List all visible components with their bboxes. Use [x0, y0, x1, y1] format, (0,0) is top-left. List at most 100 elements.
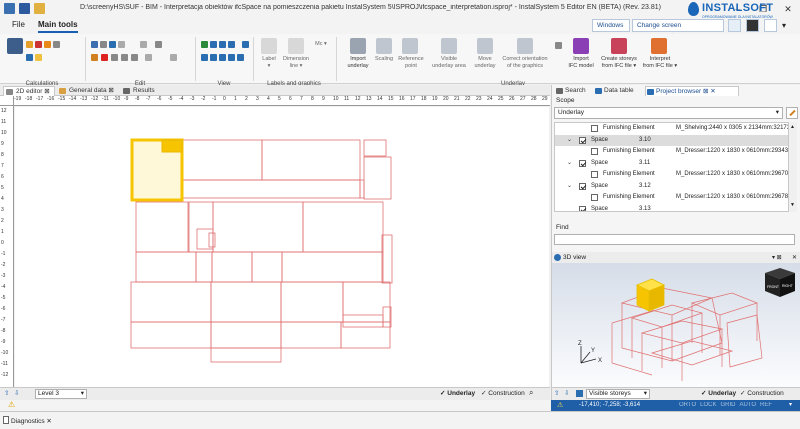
- scaling-button[interactable]: Scaling: [372, 56, 396, 63]
- status-dropdown[interactable]: ▾: [789, 400, 792, 411]
- mirror-icon[interactable]: [131, 54, 138, 61]
- scope-select[interactable]: Underlay ▾: [554, 107, 783, 119]
- label-icon[interactable]: [261, 38, 277, 54]
- tree-row[interactable]: Furnishing Element M_Dresser:1220 x 1830 …: [555, 192, 788, 204]
- tab-general-data[interactable]: General data ⊠: [57, 86, 120, 96]
- tree-checkbox[interactable]: [591, 194, 598, 201]
- zoom-out-icon[interactable]: [210, 41, 217, 48]
- tree-checkbox[interactable]: [591, 125, 598, 132]
- tab-search[interactable]: Search: [555, 86, 593, 96]
- snap-flag-grid[interactable]: GRID: [720, 402, 735, 408]
- zoom-in-icon[interactable]: [201, 41, 208, 48]
- import-ifc-model-button[interactable]: Import IFC model: [565, 56, 597, 69]
- calc-stop-icon[interactable]: [35, 41, 42, 48]
- visible-underlay-area-button[interactable]: Visible underlay area: [428, 56, 470, 69]
- cut-icon[interactable]: [109, 41, 116, 48]
- expand-icon[interactable]: ⌄: [567, 181, 572, 193]
- align-icon[interactable]: [145, 54, 152, 61]
- level-select[interactable]: Level 3 ▾: [35, 389, 87, 399]
- tab-results[interactable]: Results: [121, 86, 161, 96]
- tree-checkbox[interactable]: [579, 182, 586, 190]
- tab-main-tools[interactable]: Main tools: [38, 20, 78, 33]
- screen-arrangement-button[interactable]: Change screen arrangement ▾: [632, 19, 724, 40]
- tree-scrollbar[interactable]: ▲ ▼: [789, 122, 797, 212]
- mc-button[interactable]: Mc ▾: [310, 41, 332, 48]
- highlighted-space-3d[interactable]: [636, 278, 665, 312]
- drop-icon[interactable]: [53, 41, 60, 48]
- import-underlay-icon[interactable]: [350, 38, 366, 54]
- zoom-prev-icon[interactable]: [201, 54, 208, 61]
- navigation-cube[interactable]: FRONT RIGHT: [765, 268, 795, 297]
- tree-row[interactable]: ⌄ Space 3.12: [555, 181, 788, 193]
- snap-flag-lock[interactable]: LOCK: [700, 402, 716, 408]
- correct-orientation-button[interactable]: Correct orientation of the graphics: [500, 56, 550, 69]
- view3d-construction-toggle[interactable]: ✓ Construction: [740, 389, 784, 399]
- rotate-icon[interactable]: [121, 54, 128, 61]
- tree-row[interactable]: Furnishing Element M_Dresser:1220 x 1830 …: [555, 146, 788, 158]
- redo-icon[interactable]: [140, 41, 147, 48]
- correct-orientation-icon[interactable]: [517, 38, 533, 54]
- scaling-icon[interactable]: [376, 38, 392, 54]
- dimension-line-icon[interactable]: [288, 38, 304, 54]
- tree-checkbox[interactable]: [591, 148, 598, 155]
- create-storeys-icon[interactable]: [611, 38, 627, 54]
- copy-icon[interactable]: [100, 41, 107, 48]
- visible-underlay-area-icon[interactable]: [441, 38, 457, 54]
- zoom-fit-icon[interactable]: [219, 54, 226, 61]
- ribbon-collapse-icon[interactable]: ▾: [782, 21, 786, 30]
- select-icon[interactable]: [155, 41, 162, 48]
- view3d-close-button[interactable]: ✕: [792, 254, 797, 261]
- windows-button[interactable]: Windows ▾: [592, 19, 630, 40]
- folder-icon[interactable]: [35, 54, 42, 61]
- tab-file[interactable]: File: [12, 20, 25, 29]
- report-icon[interactable]: [26, 54, 33, 61]
- tab-data-table[interactable]: Data table: [594, 86, 643, 96]
- tree-row[interactable]: ⌄ Space 3.11: [555, 158, 788, 170]
- tree-row[interactable]: ⌄ Space 3.10: [555, 134, 788, 146]
- tree-row[interactable]: Furnishing Element M_Dresser:1220 x 1830 …: [555, 169, 788, 181]
- import-ifc-model-icon[interactable]: [573, 38, 589, 54]
- status-warning-icon[interactable]: ⚠: [557, 400, 563, 411]
- undo-icon[interactable]: [118, 41, 125, 48]
- move-icon[interactable]: [111, 54, 118, 61]
- zoom-window-icon[interactable]: [219, 41, 226, 48]
- tab-2d-editor[interactable]: 2D editor ⊠: [3, 86, 55, 96]
- level-down-button[interactable]: ⇩: [14, 389, 19, 399]
- dimension-line-button[interactable]: Dimension line ▾: [282, 56, 310, 69]
- tree-checkbox[interactable]: [579, 159, 586, 167]
- construction-toggle[interactable]: ✓ Construction: [481, 389, 525, 399]
- reference-point-icon[interactable]: [402, 38, 418, 54]
- zoom-all-icon[interactable]: [228, 41, 235, 48]
- scope-edit-button[interactable]: [786, 107, 798, 119]
- scissors-icon[interactable]: [91, 54, 98, 61]
- pan-icon[interactable]: [242, 41, 249, 48]
- view3d-up-button[interactable]: ⇧: [554, 389, 559, 399]
- snap-flag-auto[interactable]: AUTO: [739, 402, 756, 408]
- diagnostics-tab[interactable]: Diagnostics ✕: [11, 417, 52, 425]
- distribute-icon[interactable]: [170, 54, 177, 61]
- calculation-icon[interactable]: [7, 38, 23, 54]
- import-underlay-button[interactable]: Import underlay: [340, 56, 376, 69]
- interpret-ifc-button[interactable]: Interpret from IFC file ▾: [640, 56, 680, 69]
- refresh-view-icon[interactable]: [237, 54, 244, 61]
- interpret-ifc-icon[interactable]: [651, 38, 667, 54]
- dark-mode-icon[interactable]: [746, 19, 759, 32]
- tab-project-browser[interactable]: Project browser ⊠ ✕: [645, 86, 739, 96]
- scroll-up-icon[interactable]: ▲: [790, 124, 795, 130]
- view3d-down-button[interactable]: ⇩: [564, 389, 569, 399]
- level-up-button[interactable]: ⇧: [4, 389, 9, 399]
- move-underlay-icon[interactable]: [477, 38, 493, 54]
- tree-checkbox[interactable]: [591, 171, 598, 178]
- tree-row[interactable]: Space 3.13: [555, 204, 788, 211]
- tree-checkbox[interactable]: [579, 136, 586, 144]
- calc-run-icon[interactable]: [26, 41, 33, 48]
- view3d-pin-button[interactable]: ▾ ⊠: [772, 254, 782, 261]
- scroll-down-icon[interactable]: ▼: [790, 202, 795, 208]
- underlay-toggle-icon[interactable]: [555, 42, 562, 49]
- underlay-toggle[interactable]: ✓ Underlay: [440, 389, 475, 399]
- reference-point-button[interactable]: Reference point: [396, 56, 426, 69]
- snap-flag-ref[interactable]: REF: [760, 402, 772, 408]
- visible-storeys-select[interactable]: Visible storeys ▾: [586, 389, 650, 399]
- view3d-canvas[interactable]: Z X Y FRONT RIGHT: [552, 263, 800, 387]
- delete-icon[interactable]: [101, 54, 108, 61]
